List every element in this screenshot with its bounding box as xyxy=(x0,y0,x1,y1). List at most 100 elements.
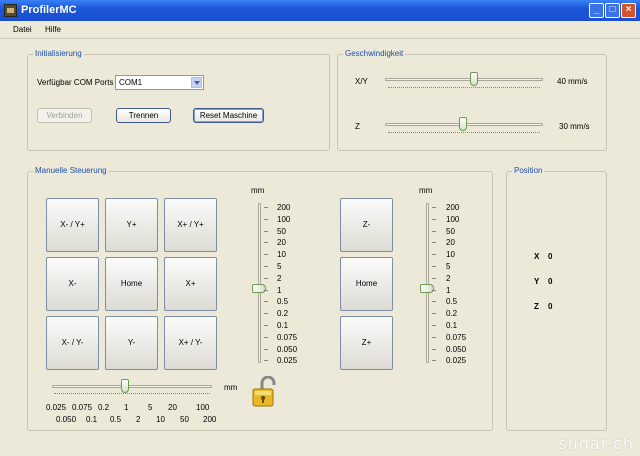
manual-legend: Manuelle Steuerung xyxy=(33,166,109,175)
z-step-tick xyxy=(432,254,436,256)
jog-home-xy-button[interactable]: Home xyxy=(105,257,158,311)
z-step-tick xyxy=(432,277,436,279)
xy-step-track[interactable] xyxy=(258,203,261,363)
xy-step-tick xyxy=(264,336,268,338)
z-step-tick xyxy=(432,207,436,208)
position-x-label: X xyxy=(534,252,540,261)
disconnect-button[interactable]: Trennen xyxy=(116,108,171,123)
window-title: ProfilerMC xyxy=(21,4,77,16)
h-step-ticks xyxy=(54,392,210,394)
jog-zplus-button[interactable]: Z+ xyxy=(340,316,393,370)
h-step-top-label: 0.075 xyxy=(72,403,93,412)
xy-step-tick xyxy=(264,313,268,315)
z-step-slider-thumb[interactable] xyxy=(420,284,434,293)
xy-step-tick xyxy=(264,254,268,256)
xy-step-tick xyxy=(264,230,268,232)
watermark: sudar.ch xyxy=(558,434,634,453)
speed-xy-track[interactable] xyxy=(385,78,543,81)
connect-button[interactable]: Verbinden xyxy=(37,108,92,123)
z-step-label: 0.050 xyxy=(446,344,467,354)
unlock-icon[interactable] xyxy=(250,375,280,409)
com-ports-label: Verfügbar COM Ports xyxy=(37,78,114,87)
jog-xminus-button[interactable]: X- xyxy=(46,257,99,311)
h-step-top-label: 5 xyxy=(148,403,153,412)
z-step-tick xyxy=(432,230,436,232)
xy-step-label: 0.2 xyxy=(277,309,289,319)
xy-step-tick xyxy=(264,218,268,220)
z-step-label: 0.025 xyxy=(446,356,467,366)
xy-step-label: 10 xyxy=(277,250,286,260)
jog-xplus-yminus-button[interactable]: X+ / Y- xyxy=(164,316,217,370)
z-step-tick xyxy=(432,242,436,244)
h-step-top-label: 0.025 xyxy=(46,403,67,412)
xy-step-label: 0.5 xyxy=(277,297,289,307)
speed-xy-ticks xyxy=(388,86,540,88)
h-step-bottom-label: 200 xyxy=(203,415,217,424)
position-z-label: Z xyxy=(534,302,539,311)
z-step-tick xyxy=(432,218,436,220)
h-step-top-label: 1 xyxy=(124,403,129,412)
h-step-bottom-label: 50 xyxy=(180,415,189,424)
z-step-label: 0.075 xyxy=(446,332,467,342)
z-step-label: 10 xyxy=(446,250,455,260)
jog-zminus-button[interactable]: Z- xyxy=(340,198,393,252)
init-group: Initialisierung xyxy=(27,49,330,151)
h-step-bottom-label: 10 xyxy=(156,415,165,424)
position-y-label: Y xyxy=(534,277,540,286)
jog-xplus-button[interactable]: X+ xyxy=(164,257,217,311)
z-step-label: 0.5 xyxy=(446,297,458,307)
h-step-top-label: 0.2 xyxy=(98,403,110,412)
z-step-label: 2 xyxy=(446,273,451,283)
com-port-value: COM1 xyxy=(119,78,143,87)
speed-z-slider-thumb[interactable] xyxy=(459,117,467,131)
position-legend: Position xyxy=(512,166,545,175)
z-step-tick xyxy=(432,348,436,350)
xy-step-unit: mm xyxy=(251,186,265,195)
menu-hilfe[interactable]: Hilfe xyxy=(45,25,61,34)
jog-xplus-yplus-button[interactable]: X+ / Y+ xyxy=(164,198,217,252)
z-step-tick xyxy=(432,360,436,362)
h-step-slider-thumb[interactable] xyxy=(121,379,129,393)
h-step-track[interactable] xyxy=(52,385,212,388)
reset-machine-button[interactable]: Reset Maschine xyxy=(193,108,264,123)
jog-xminus-yminus-button[interactable]: X- / Y- xyxy=(46,316,99,370)
xy-step-tick xyxy=(264,242,268,244)
z-step-tick xyxy=(432,325,436,326)
minimize-button[interactable]: _ xyxy=(589,3,604,18)
jog-yminus-button[interactable]: Y- xyxy=(105,316,158,370)
position-group: Position xyxy=(506,166,607,431)
xy-step-label: 0.050 xyxy=(277,344,298,354)
z-step-unit: mm xyxy=(419,186,433,195)
position-x-value: 0 xyxy=(548,252,553,261)
jog-xminus-yplus-button[interactable]: X- / Y+ xyxy=(46,198,99,252)
xy-step-label: 2 xyxy=(277,273,282,283)
xy-step-slider-thumb[interactable] xyxy=(252,284,266,293)
z-step-label: 100 xyxy=(446,214,460,224)
menu-bar: Datei Hilfe xyxy=(0,21,640,39)
menu-datei[interactable]: Datei xyxy=(13,25,32,34)
jog-yplus-button[interactable]: Y+ xyxy=(105,198,158,252)
xy-step-label: 100 xyxy=(277,214,291,224)
h-step-top-label: 100 xyxy=(196,403,210,412)
z-step-tick xyxy=(432,266,436,267)
xy-step-tick xyxy=(264,325,268,326)
z-step-label: 1 xyxy=(446,285,451,295)
maximize-button[interactable]: □ xyxy=(605,3,620,18)
h-step-bottom-label: 0.5 xyxy=(110,415,122,424)
xy-step-label: 0.025 xyxy=(277,356,298,366)
speed-legend: Geschwindigkeit xyxy=(343,49,406,58)
jog-home-z-button[interactable]: Home xyxy=(340,257,393,311)
close-button[interactable]: × xyxy=(621,3,636,18)
com-port-select[interactable]: COM1 xyxy=(115,75,204,90)
chevron-down-icon[interactable] xyxy=(191,77,202,88)
xy-step-label: 200 xyxy=(277,203,291,212)
xy-step-tick xyxy=(264,207,268,208)
z-step-label: 0.2 xyxy=(446,309,458,319)
z-step-label: 50 xyxy=(446,226,455,236)
z-step-label: 20 xyxy=(446,238,455,248)
speed-xy-slider-thumb[interactable] xyxy=(470,72,478,86)
speed-z-label: Z xyxy=(355,122,360,131)
z-step-track[interactable] xyxy=(426,203,429,363)
z-step-label: 0.1 xyxy=(446,321,458,330)
xy-step-tick xyxy=(264,360,268,362)
